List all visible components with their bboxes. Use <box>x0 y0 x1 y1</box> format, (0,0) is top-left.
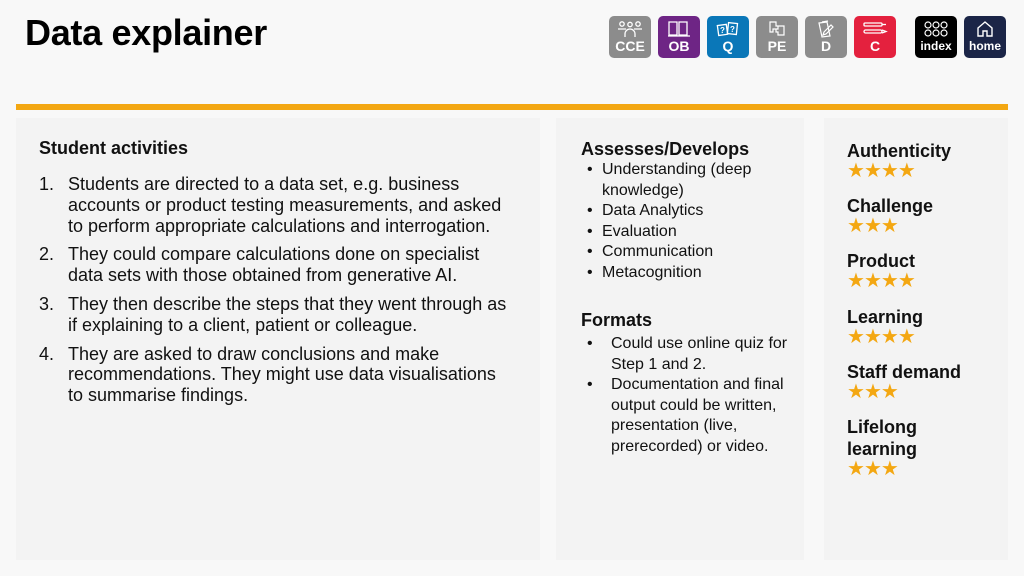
item-text: They are asked to draw conclusions and m… <box>68 343 496 406</box>
nav-label: index <box>920 39 952 53</box>
list-item: Data Analytics <box>581 201 796 222</box>
document-pencil-icon <box>818 20 834 38</box>
nav-label: CCE <box>615 38 645 54</box>
nav-button-home[interactable]: home <box>964 16 1006 58</box>
star-rating: ★★★ <box>847 215 1007 237</box>
rating-product: Product ★★★★ <box>847 250 1007 291</box>
list-item: Evaluation <box>581 222 796 243</box>
star-icon: ★ <box>847 160 865 182</box>
star-rating: ★★★★ <box>847 270 1007 292</box>
star-icon: ★ <box>880 160 899 182</box>
nav-button-cce[interactable]: CCE <box>609 16 651 58</box>
item-number: 2. <box>39 244 55 265</box>
svg-text:?: ? <box>730 25 735 34</box>
star-icon: ★ <box>863 381 882 403</box>
list-item: Documentation and final output could be … <box>581 375 796 457</box>
star-icon: ★ <box>880 326 899 348</box>
rating-label: Authenticity <box>847 141 952 161</box>
rating-label: Challenge <box>847 196 934 216</box>
rating-staff-demand: Staff demand ★★★ <box>847 361 1007 402</box>
nav-button-pe[interactable]: PE <box>756 16 798 58</box>
nav-button-ob[interactable]: OB <box>658 16 700 58</box>
star-icon: ★ <box>880 381 899 403</box>
item-number: 4. <box>39 343 55 364</box>
rating-label: Lifelong learning <box>847 417 918 459</box>
formats-section: Formats Could use online quiz for Step 1… <box>581 310 796 457</box>
star-icon: ★ <box>897 160 916 182</box>
rating-label: Learning <box>847 307 924 327</box>
star-icon: ★ <box>847 270 865 292</box>
puzzle-icon <box>769 21 785 36</box>
assesses-list: Understanding (deep knowledge) Data Anal… <box>581 160 796 283</box>
list-item: 2. They could compare calculations done o… <box>39 244 509 286</box>
nav-button-d[interactable]: D <box>805 16 847 58</box>
rating-learning: Learning ★★★★ <box>847 306 1007 347</box>
nav-label: D <box>820 38 832 54</box>
open-book-icon <box>668 21 690 37</box>
rating-authenticity: Authenticity ★★★★ <box>847 140 1007 181</box>
rating-challenge: Challenge ★★★ <box>847 195 1007 236</box>
star-icon: ★ <box>863 326 882 348</box>
ratings-panel: Authenticity ★★★★ Challenge ★★★ Product … <box>824 118 1008 560</box>
star-icon: ★ <box>880 270 899 292</box>
student-activities-list: 1. Students are directed to a data set, e… <box>39 174 509 414</box>
star-icon: ★ <box>897 326 916 348</box>
student-activities-panel: Student activities 1. Students are direct… <box>16 118 540 560</box>
item-number: 3. <box>39 293 55 314</box>
star-icon: ★ <box>847 381 865 403</box>
nav-label: C <box>869 38 881 54</box>
list-item: Metacognition <box>581 263 796 284</box>
assesses-heading: Assesses/Develops <box>581 139 750 159</box>
rating-lifelong-learning: Lifelong learning ★★★ <box>847 416 977 479</box>
list-item: Could use online quiz for Step 1 and 2. <box>581 334 796 375</box>
star-rating: ★★★ <box>847 381 1007 403</box>
star-rating: ★★★★ <box>847 326 1007 348</box>
star-icon: ★ <box>863 458 882 480</box>
nav-button-q[interactable]: ? ? Q <box>707 16 749 58</box>
nav-label: PE <box>767 38 787 54</box>
house-icon <box>977 21 993 37</box>
nav-label: home <box>968 39 1001 53</box>
accent-divider <box>16 104 1008 110</box>
grid-circles-icon <box>924 21 948 37</box>
formats-list: Could use online quiz for Step 1 and 2. … <box>581 334 796 457</box>
list-item: 1. Students are directed to a data set, e… <box>39 174 509 236</box>
rating-label: Staff demand <box>847 362 962 382</box>
student-activities-heading: Student activities <box>39 138 189 158</box>
star-rating: ★★★★ <box>847 160 1007 182</box>
pens-icon <box>863 22 888 34</box>
assesses-section: Assesses/Develops Understanding (deep kn… <box>581 139 796 283</box>
item-text: They could compare calculations done on … <box>68 244 480 286</box>
star-rating: ★★★ <box>847 458 977 480</box>
star-icon: ★ <box>847 215 865 237</box>
star-icon: ★ <box>863 215 882 237</box>
list-item: Understanding (deep knowledge) <box>581 160 796 201</box>
list-item: 4. They are asked to draw conclusions and… <box>39 344 509 406</box>
people-group-icon <box>618 21 642 37</box>
item-number: 1. <box>39 174 55 194</box>
nav-label: OB <box>668 38 690 54</box>
star-icon: ★ <box>863 270 882 292</box>
nav-button-index[interactable]: index <box>915 16 957 58</box>
star-icon: ★ <box>847 458 865 480</box>
nav-bar: CCE OB ? ? Q PE D C index home <box>0 16 1024 58</box>
star-icon: ★ <box>847 326 865 348</box>
list-item: Communication <box>581 242 796 263</box>
item-text: Students are directed to a data set, e.g… <box>68 174 502 236</box>
question-cards-icon: ? ? <box>716 21 739 37</box>
star-icon: ★ <box>880 458 899 480</box>
star-icon: ★ <box>897 270 916 292</box>
assessment-panel: Assesses/Develops Understanding (deep kn… <box>556 118 804 560</box>
nav-label: Q <box>722 38 734 54</box>
list-item: 3. They then describe the steps that they… <box>39 294 509 336</box>
item-text: They then describe the steps that they w… <box>68 293 507 335</box>
formats-heading: Formats <box>581 310 653 330</box>
star-icon: ★ <box>863 160 882 182</box>
nav-button-c[interactable]: C <box>854 16 896 58</box>
svg-text:?: ? <box>720 26 725 35</box>
star-icon: ★ <box>880 215 899 237</box>
rating-label: Product <box>847 251 916 271</box>
